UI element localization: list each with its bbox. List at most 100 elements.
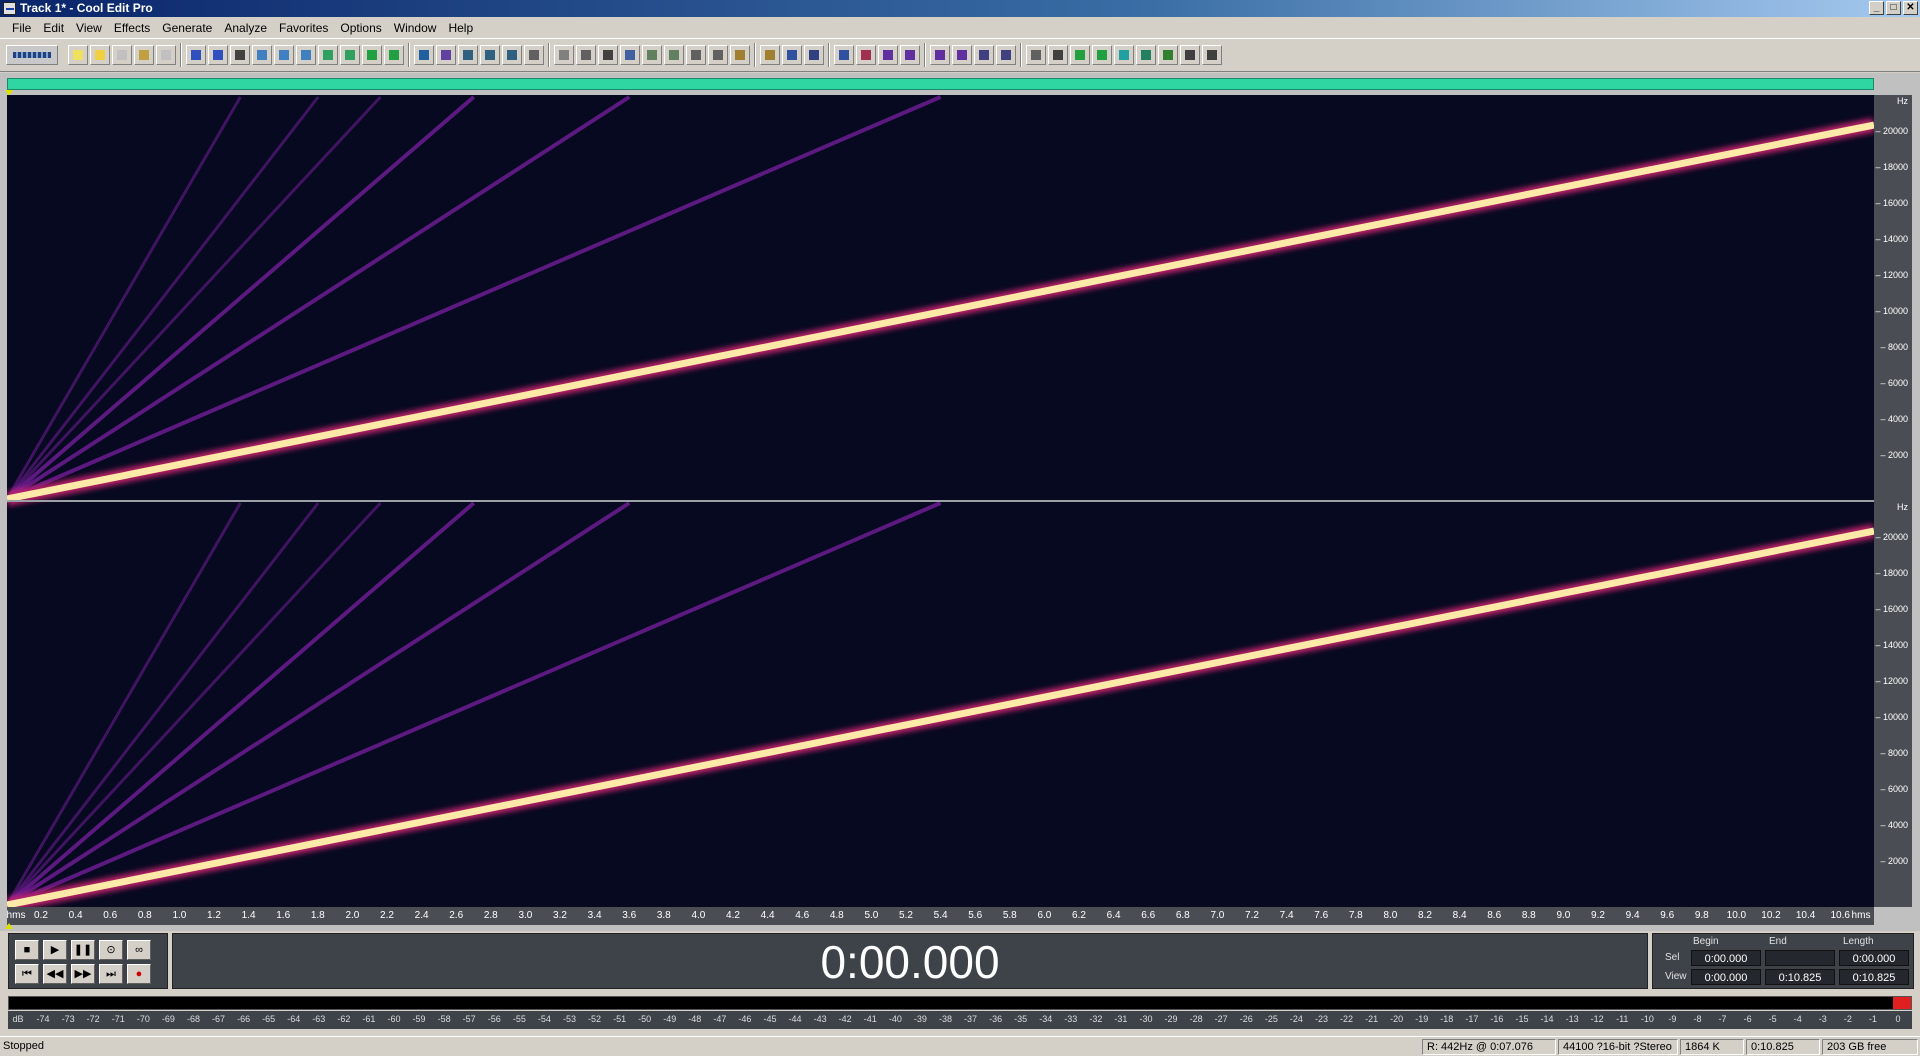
- window-title: Track 1* - Cool Edit Pro: [20, 1, 153, 15]
- menu-view[interactable]: View: [70, 21, 108, 35]
- overview-bar[interactable]: [7, 78, 1874, 90]
- toolbar-view-wave-button[interactable]: [436, 45, 456, 65]
- toolbar-paste-button[interactable]: [274, 45, 294, 65]
- fx4-icon: [957, 50, 967, 60]
- sel-begin-field[interactable]: 0:00.000: [1691, 950, 1761, 966]
- meter-scale-label: -24: [1289, 1014, 1303, 1024]
- menu-generate[interactable]: Generate: [156, 21, 218, 35]
- meter-scale-label: -22: [1340, 1014, 1354, 1024]
- toolbar-mark-button[interactable]: [554, 45, 574, 65]
- toolbar-settings-button[interactable]: [760, 45, 780, 65]
- toolbar-undo-button[interactable]: [186, 45, 206, 65]
- toolbar-copy-button[interactable]: [252, 45, 272, 65]
- record-button[interactable]: ●: [127, 964, 151, 984]
- menu-effects[interactable]: Effects: [108, 21, 156, 35]
- toolbar-fx2-button[interactable]: [900, 45, 920, 65]
- go-to-start-button[interactable]: ⏮: [15, 964, 39, 984]
- view-end-field[interactable]: 0:10.825: [1765, 969, 1835, 985]
- menu-favorites[interactable]: Favorites: [273, 21, 334, 35]
- toolbar-mix-paste-button[interactable]: [318, 45, 338, 65]
- toolbar-view-pan-button[interactable]: [480, 45, 500, 65]
- zoom-in-icon: [625, 50, 635, 60]
- toolbar-bar3-button[interactable]: [686, 45, 706, 65]
- pause-button[interactable]: ❚❚: [71, 940, 95, 960]
- toolbar-view-multi-button[interactable]: [502, 45, 522, 65]
- menu-options[interactable]: Options: [334, 21, 387, 35]
- select-all-icon: [367, 50, 377, 60]
- toolbar-amp-button[interactable]: [1026, 45, 1046, 65]
- time-ruler[interactable]: hms hms 0.2 0.4 0.6 0.8 1.0 1.2 1.4 1.6 1.8 2.0 2.…: [7, 907, 1874, 925]
- toolbar-zoom-sel-button[interactable]: [384, 45, 404, 65]
- toolbar-snap-button[interactable]: [414, 45, 434, 65]
- menu-window[interactable]: Window: [388, 21, 443, 35]
- minimize-button[interactable]: _: [1869, 1, 1884, 15]
- toolbar-open-button[interactable]: [90, 45, 110, 65]
- toolbar-save-as-button[interactable]: [134, 45, 154, 65]
- play-from-cursor-button[interactable]: ⊙: [99, 940, 123, 960]
- menu-edit[interactable]: Edit: [37, 21, 70, 35]
- toolbar-bar4-button[interactable]: [708, 45, 728, 65]
- toolbar-fx3-button[interactable]: [930, 45, 950, 65]
- menu-file[interactable]: File: [6, 21, 37, 35]
- toolbar-noise-button[interactable]: [1092, 45, 1112, 65]
- toolbar-close-button[interactable]: [156, 45, 176, 65]
- toolbar-list-button[interactable]: [804, 45, 824, 65]
- view-begin-field[interactable]: 0:00.000: [1691, 969, 1761, 985]
- harmonic-line: [7, 501, 476, 907]
- toolbar-fade-button[interactable]: [1070, 45, 1090, 65]
- env-icon: [979, 50, 989, 60]
- frequency-tick-label: – 20000: [1875, 126, 1908, 136]
- multitrack-toggle-button[interactable]: [6, 45, 58, 65]
- loop-button[interactable]: ∞: [127, 940, 151, 960]
- toolbar-delay-button[interactable]: [1158, 45, 1178, 65]
- toolbar-ext-button[interactable]: [1202, 45, 1222, 65]
- toolbar-zoom-in-button[interactable]: [620, 45, 640, 65]
- toolbar-props-button[interactable]: [730, 45, 750, 65]
- toolbar-find-button[interactable]: [856, 45, 876, 65]
- toolbar-fx1-button[interactable]: [878, 45, 898, 65]
- toolbar-bar2-button[interactable]: [664, 45, 684, 65]
- time-tick-label: 0.8: [137, 910, 152, 921]
- toolbar-select-all-button[interactable]: [362, 45, 382, 65]
- go-to-end-button[interactable]: ⏭: [99, 964, 123, 984]
- toolbar-new-button[interactable]: [68, 45, 88, 65]
- toolbar-cut-icon-tool-button[interactable]: [230, 45, 250, 65]
- toolbar-cue-button[interactable]: [524, 45, 544, 65]
- sel-end-field[interactable]: [1765, 950, 1835, 966]
- toolbar-save-button[interactable]: [112, 45, 132, 65]
- toolbar-separator: [924, 43, 926, 67]
- toolbar-rev-button[interactable]: [1180, 45, 1200, 65]
- sel-length-field[interactable]: 0:00.000: [1839, 950, 1909, 966]
- time-tick-label: 8.4: [1452, 910, 1467, 921]
- meter-scale-label: -51: [613, 1014, 627, 1024]
- toolbar-paste-new-button[interactable]: [296, 45, 316, 65]
- fast-forward-button[interactable]: ▶▶: [71, 964, 95, 984]
- toolbar-loop-tool-button[interactable]: [598, 45, 618, 65]
- play-button[interactable]: ▶: [43, 940, 67, 960]
- toolbar-norm-button[interactable]: [1048, 45, 1068, 65]
- toolbar-bar1-button[interactable]: [642, 45, 662, 65]
- meter-scale-label: -30: [1139, 1014, 1153, 1024]
- toolbar-redo-button[interactable]: [208, 45, 228, 65]
- toolbar-help-button[interactable]: [782, 45, 802, 65]
- toolbar-time-button[interactable]: [576, 45, 596, 65]
- toolbar-trim-button[interactable]: [340, 45, 360, 65]
- menu-help[interactable]: Help: [442, 21, 479, 35]
- toolbar-eq-button[interactable]: [1136, 45, 1156, 65]
- toolbar-filter-button[interactable]: [1114, 45, 1134, 65]
- toolbar-fx4-button[interactable]: [952, 45, 972, 65]
- frequency-tick-label: – 4000: [1880, 414, 1908, 424]
- stop-button[interactable]: ■: [15, 940, 39, 960]
- spectral-view[interactable]: [7, 95, 1874, 907]
- toolbar-env-button[interactable]: [974, 45, 994, 65]
- rewind-button[interactable]: ◀◀: [43, 964, 67, 984]
- toolbar-view-spec-button[interactable]: [458, 45, 478, 65]
- toolbar-search-button[interactable]: [834, 45, 854, 65]
- mix-paste-icon: [323, 50, 333, 60]
- toolbar-bend-button[interactable]: [996, 45, 1016, 65]
- restore-button[interactable]: □: [1886, 1, 1901, 15]
- view-length-field[interactable]: 0:10.825: [1839, 969, 1909, 985]
- close-button[interactable]: ✕: [1903, 1, 1918, 15]
- menu-analyze[interactable]: Analyze: [218, 21, 273, 35]
- cursor-bottom-marker[interactable]: [5, 923, 13, 929]
